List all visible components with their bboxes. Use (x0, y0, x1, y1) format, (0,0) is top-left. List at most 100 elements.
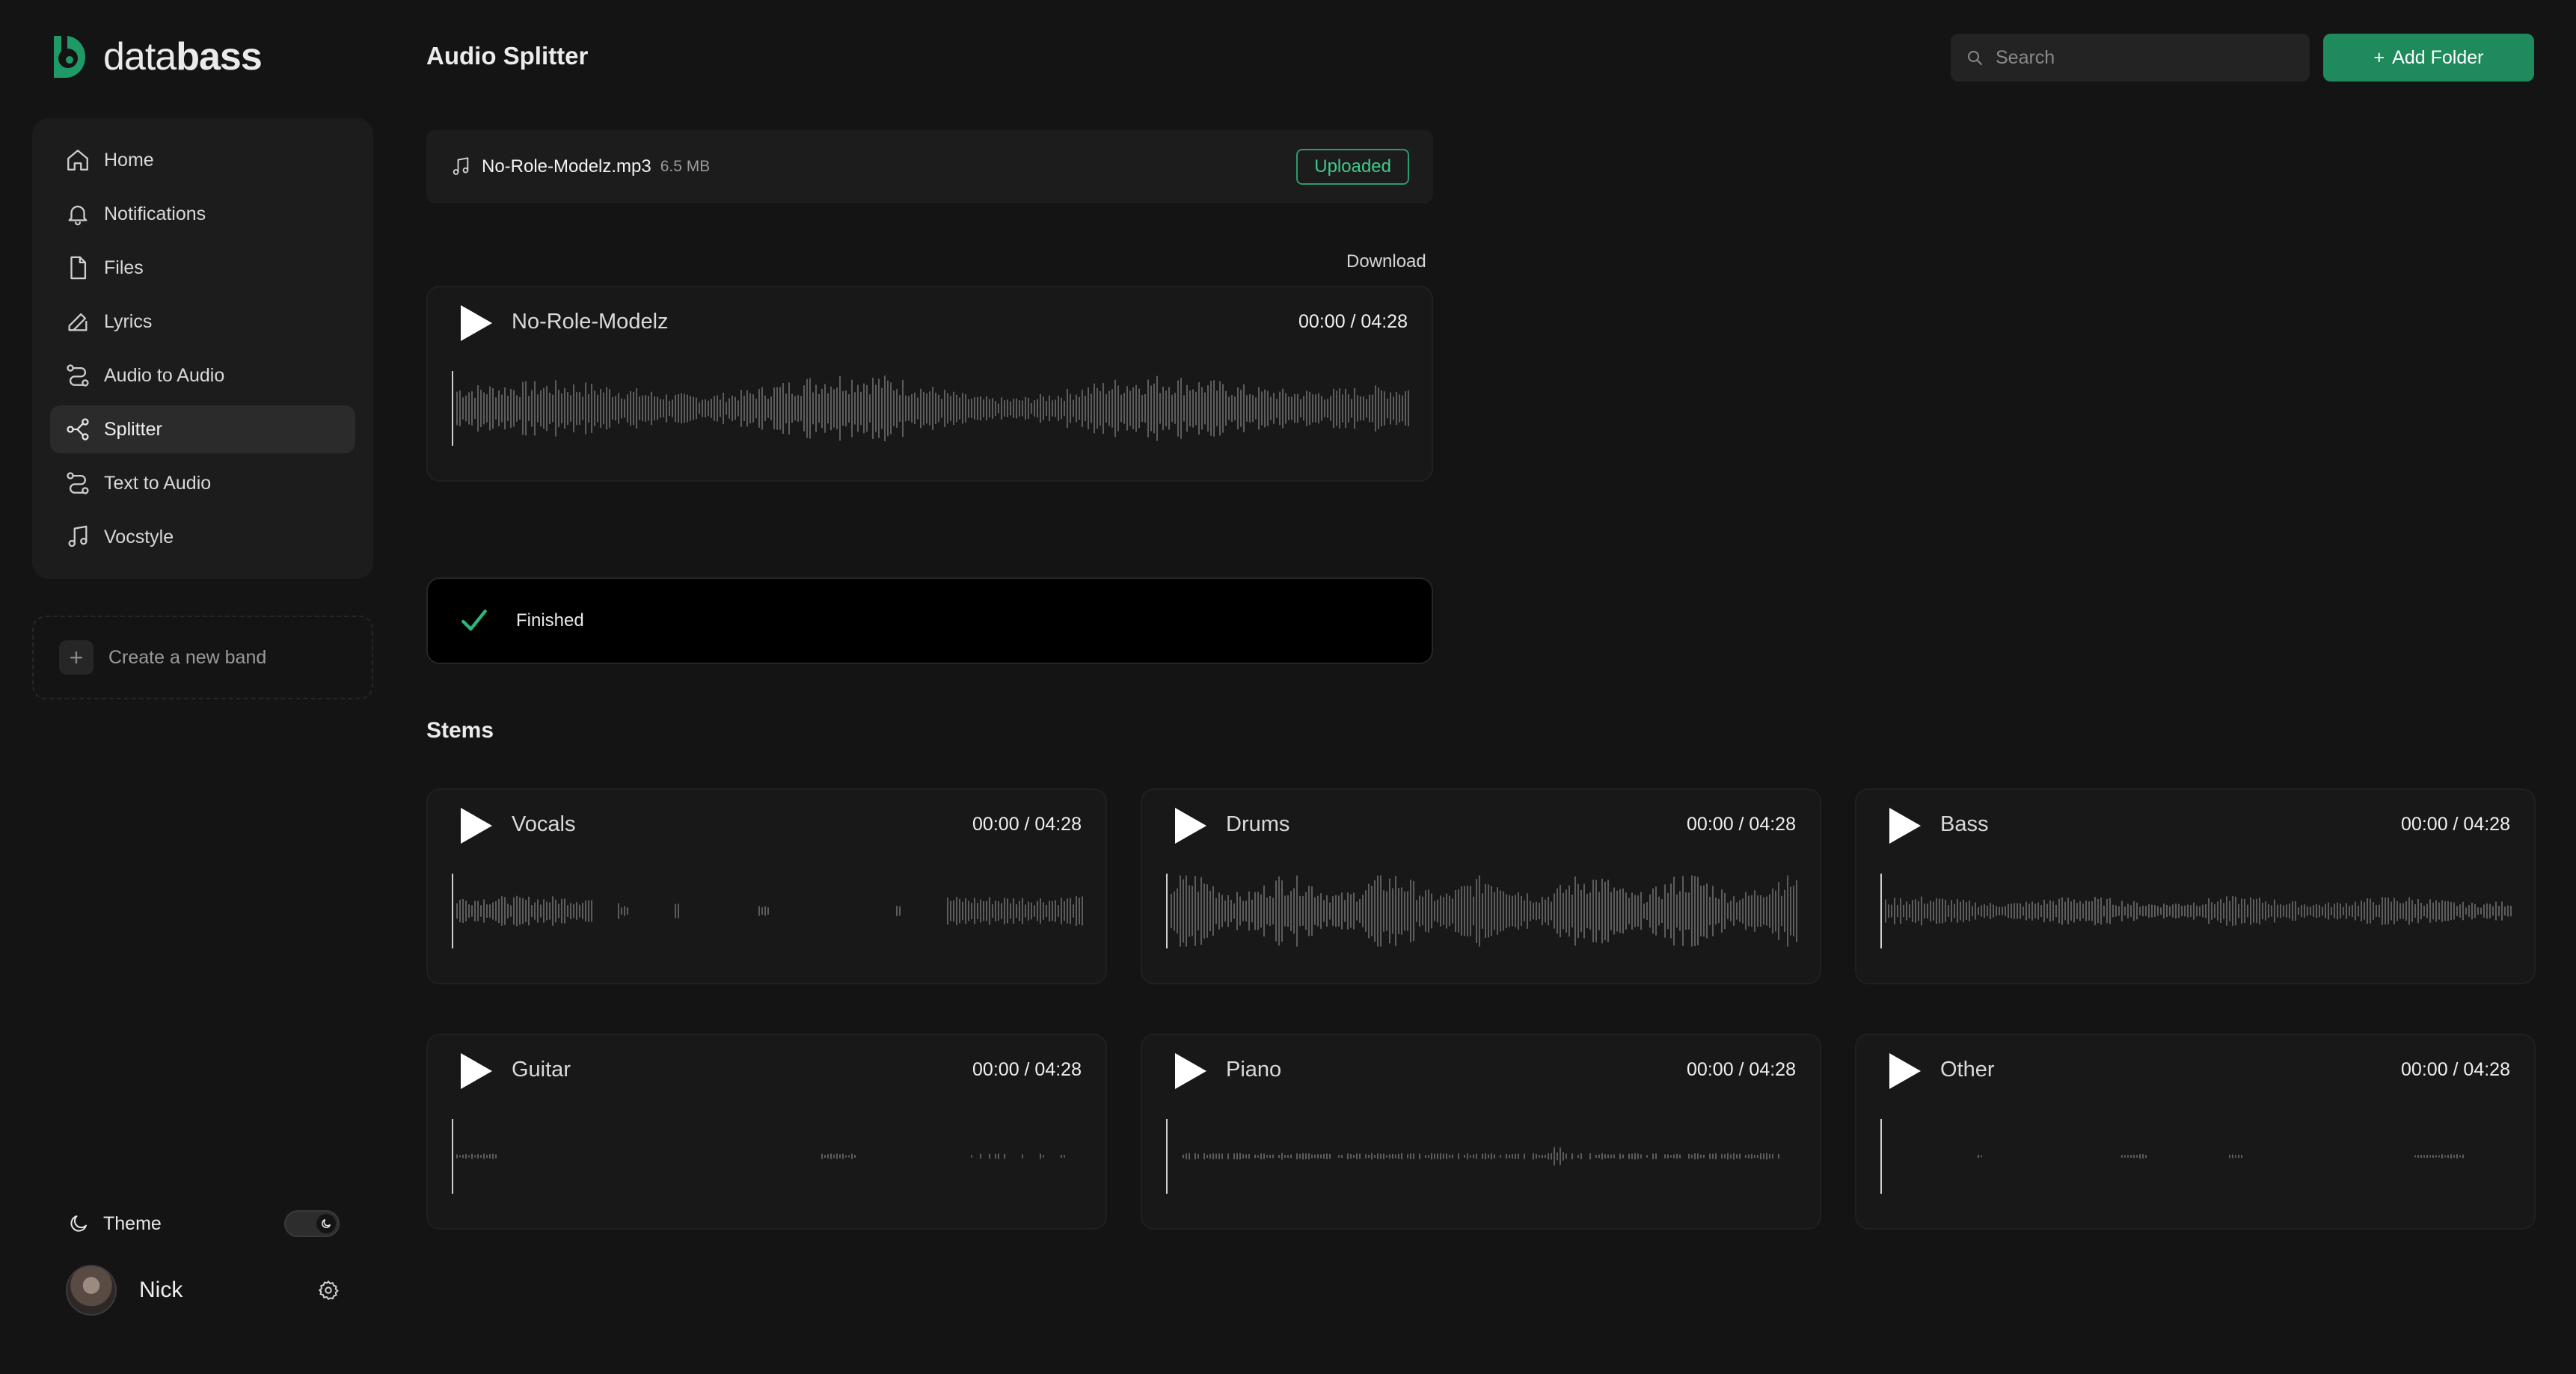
waveform-bar (519, 397, 521, 420)
waveform-bar (1485, 883, 1486, 939)
waveform-bar (929, 391, 930, 426)
waveform-bar (1058, 905, 1059, 917)
waveform-bar (2280, 904, 2281, 918)
waveform-bar (1509, 1154, 1510, 1159)
sidebar-item-home[interactable]: Home (50, 136, 355, 184)
play-icon[interactable] (458, 1052, 494, 1091)
sidebar-item-vocstyle[interactable]: Vocstyle (50, 513, 355, 561)
sidebar-item-files[interactable]: Files (50, 244, 355, 292)
sidebar-item-notifications[interactable]: Notifications (50, 190, 355, 238)
waveform-bar (2094, 897, 2096, 925)
search-box[interactable] (1951, 34, 2310, 82)
waveform-bar (1141, 394, 1143, 423)
play-icon[interactable] (1886, 1052, 1922, 1091)
theme-toggle[interactable] (284, 1210, 340, 1237)
waveform-bar (974, 898, 975, 924)
waveform-bar (917, 397, 919, 420)
waveform[interactable] (452, 1119, 1085, 1194)
waveform-bar (2465, 907, 2467, 915)
waveform-bar (809, 378, 811, 439)
waveform-bar (2313, 905, 2314, 917)
status-text: Finished (516, 610, 584, 631)
waveform-bar (2408, 897, 2410, 925)
waveform-bar (555, 380, 556, 437)
waveform-bar (1327, 399, 1328, 418)
search-input[interactable] (1996, 46, 2280, 69)
play-icon[interactable] (458, 304, 494, 343)
waveform-bar (2217, 901, 2218, 921)
waveform-bar (1162, 386, 1164, 431)
waveform-bar (1945, 900, 1946, 922)
waveform[interactable] (1880, 874, 2513, 948)
waveform-bar (1028, 398, 1029, 419)
add-folder-button[interactable]: + Add Folder (2323, 34, 2534, 82)
sidebar-item-label: Splitter (104, 418, 162, 440)
download-link[interactable]: Download (1346, 251, 1426, 272)
waveform-bar (1317, 895, 1319, 927)
waveform[interactable] (452, 371, 1409, 446)
waveform-bar (1353, 1154, 1355, 1159)
waveform-bar (1981, 1155, 1982, 1158)
play-icon[interactable] (1172, 1052, 1208, 1091)
play-icon[interactable] (1886, 806, 1922, 845)
sidebar-item-lyrics[interactable]: Lyrics (50, 298, 355, 346)
waveform-bar (1709, 897, 1711, 925)
waveform-bar (1344, 900, 1346, 922)
waveform-bar (1067, 388, 1068, 429)
sidebar-item-splitter[interactable]: Splitter (50, 405, 355, 453)
waveform-bar (2340, 904, 2341, 918)
waveform-bar (528, 896, 530, 926)
play-icon[interactable] (458, 806, 494, 845)
avatar[interactable] (66, 1265, 117, 1316)
sidebar-item-text-to-audio[interactable]: Text to Audio (50, 459, 355, 507)
waveform-bar (552, 394, 553, 423)
waveform-bar (1341, 892, 1343, 930)
waveform-bar (1114, 379, 1116, 438)
create-band-button[interactable]: + Create a new band (32, 616, 373, 699)
waveform-bar (1658, 896, 1660, 926)
waveform-bar (504, 897, 506, 925)
waveform-bar (1320, 1154, 1322, 1159)
waveform-bar (1073, 399, 1074, 417)
stem-name: Drums (1226, 812, 1290, 836)
waveform-bar (594, 390, 595, 426)
gear-icon[interactable] (317, 1279, 340, 1301)
waveform[interactable] (452, 874, 1085, 948)
waveform-bar (2441, 900, 2443, 922)
waveform-bar (1577, 883, 1579, 939)
waveform-bar (911, 394, 913, 423)
waveform[interactable] (1166, 1119, 1799, 1194)
waveform-bar (1209, 1153, 1211, 1159)
waveform-bar (1306, 390, 1307, 426)
waveform-bar (950, 901, 951, 921)
play-icon[interactable] (1172, 806, 1208, 845)
waveform-bar (755, 398, 757, 419)
waveform-bar (1410, 880, 1411, 942)
app-logo[interactable]: databass (49, 34, 263, 79)
waveform-bar (1712, 886, 1714, 936)
waveform-bar (1255, 397, 1257, 420)
waveform-bar (1302, 896, 1304, 926)
waveform-bar (1299, 1153, 1301, 1159)
waveform-bar (489, 1154, 491, 1159)
waveform-bar (675, 904, 676, 918)
waveform-bar (1129, 390, 1131, 426)
waveform-bar (1739, 1153, 1741, 1159)
waveform[interactable] (1880, 1119, 2513, 1194)
sidebar-item-audio-to-audio[interactable]: Audio to Audio (50, 352, 355, 399)
waveform-bar (2011, 904, 2012, 918)
waveform-bar (2046, 904, 2048, 918)
waveform-bar (1628, 898, 1630, 924)
waveform-bar (1536, 1153, 1537, 1159)
waveform-bar (2510, 905, 2512, 917)
waveform-bar (2450, 1154, 2452, 1159)
waveform-bar (764, 906, 766, 916)
waveform-bar (1395, 1154, 1396, 1159)
waveform-bar (1754, 1154, 1755, 1159)
waveform-bar (1458, 1153, 1459, 1159)
waveform[interactable] (1166, 874, 1799, 948)
waveform-bar (471, 905, 473, 917)
waveform-bar (1052, 901, 1053, 921)
waveform-bar (854, 392, 856, 425)
waveform-bar (612, 397, 613, 420)
